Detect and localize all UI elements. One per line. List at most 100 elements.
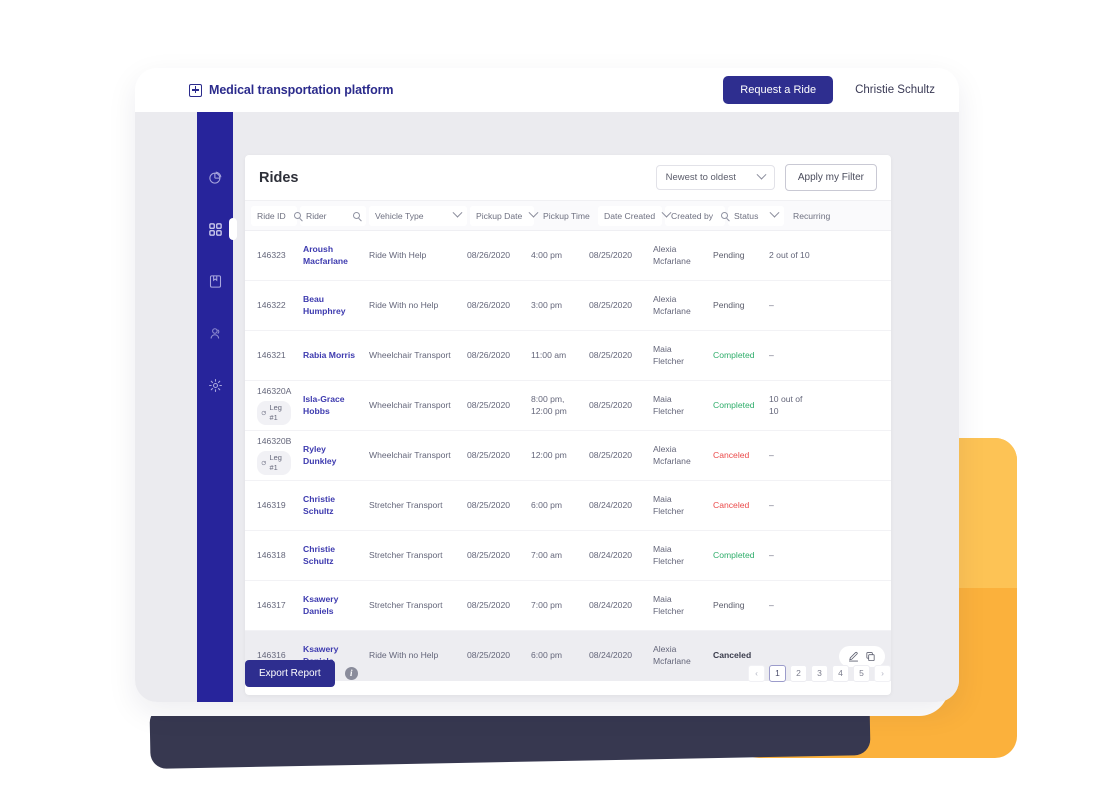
cell-ride-id: 146322: [251, 300, 297, 312]
ride-id-value: 146320B: [257, 435, 292, 446]
pagination-page-4[interactable]: 4: [832, 664, 849, 682]
cell-vehicle-type: Wheelchair Transport: [369, 349, 451, 360]
cell-rider[interactable]: Aroush Macfarlane: [297, 244, 363, 267]
cell-ride-id: 146318: [251, 550, 297, 562]
ride-id-value: 146322: [257, 299, 286, 310]
cell-recurring: –: [769, 599, 774, 610]
request-a-ride-button[interactable]: Request a Ride: [723, 76, 834, 104]
status-badge: Pending: [713, 599, 745, 610]
cell-created-by: Maia Fletcher: [653, 543, 685, 566]
cell-vehicle-type: Stretcher Transport: [369, 549, 443, 560]
table-row[interactable]: 146320B Leg #1 Ryley Dunkley Wheelchair Tra…: [245, 431, 891, 481]
filter-control-icon[interactable]: [763, 207, 780, 219]
sort-order-value: Newest to oldest: [665, 172, 736, 183]
table-row[interactable]: 146321 Rabia Morris Wheelchair Transport 08…: [245, 331, 891, 381]
sidebar-item-users[interactable]: [197, 316, 233, 350]
sidebar-item-rides[interactable]: [197, 212, 237, 246]
filter-control-icon[interactable]: [345, 212, 360, 219]
column-filter-bar: Ride ID Rider Vehicle Type Pickup Date Picku…: [245, 201, 891, 231]
filter-created-by[interactable]: Created by: [665, 205, 729, 226]
cell-rider[interactable]: Beau Humphrey: [297, 294, 363, 317]
screenshot-stage: Medical transportation platform Request …: [0, 0, 1100, 800]
panel-header: Rides Newest to oldest Apply my Filter: [245, 155, 891, 201]
chevron-down-icon: [756, 169, 767, 180]
search-icon: [353, 212, 360, 219]
cell-created-by: Maia Fletcher: [653, 343, 685, 366]
cell-pickup-date: 08/26/2020: [467, 249, 511, 260]
status-badge: Pending: [713, 299, 745, 310]
table-row[interactable]: 146319 Christie Schultz Stretcher Transpor…: [245, 481, 891, 531]
status-badge: Completed: [713, 549, 755, 560]
sidebar-item-directory[interactable]: [197, 264, 233, 298]
cell-ride-id: 146321: [251, 350, 297, 362]
cell-pickup-date: 08/25/2020: [467, 499, 511, 510]
chevron-down-icon: [452, 207, 463, 218]
filter-rider[interactable]: Rider: [300, 205, 366, 226]
pagination-page-5[interactable]: 5: [853, 664, 870, 682]
filter-control-icon[interactable]: [286, 212, 301, 219]
table-row[interactable]: 146323 Aroush Macfarlane Ride With Help 08/…: [245, 231, 891, 281]
pagination-page-1[interactable]: 1: [769, 664, 786, 682]
filter-control-icon[interactable]: [446, 207, 463, 219]
cell-recurring: 10 out of 10: [769, 393, 803, 416]
cell-created-by: Alexia Mcfarlane: [653, 293, 691, 316]
table-row[interactable]: 146322 Beau Humphrey Ride With no Help 08/2…: [245, 281, 891, 331]
cell-created-by: Maia Fletcher: [653, 393, 685, 416]
cell-rider[interactable]: Isla-Grace Hobbs: [297, 394, 363, 417]
cell-date-created: 08/25/2020: [589, 249, 633, 260]
filter-label: Created by: [671, 210, 714, 221]
info-icon[interactable]: i: [344, 666, 358, 680]
ride-id-value: 146318: [257, 549, 286, 560]
filter-vehicle-type[interactable]: Vehicle Type: [369, 205, 467, 226]
search-icon: [293, 212, 301, 219]
cell-pickup-time: 7:00 am: [531, 549, 563, 560]
book-icon: [208, 274, 223, 289]
sort-order-select[interactable]: Newest to oldest: [655, 165, 775, 190]
sidebar-item-reports[interactable]: [197, 160, 233, 194]
apply-my-filter-button[interactable]: Apply my Filter: [784, 164, 877, 191]
status-badge: Canceled: [713, 499, 750, 510]
table-row[interactable]: 146320A Leg #1 Isla-Grace Hobbs Wheelchair …: [245, 381, 891, 431]
cell-rider[interactable]: Ksawery Daniels: [297, 594, 363, 617]
cell-vehicle-type: Stretcher Transport: [369, 499, 443, 510]
cell-pickup-date: 08/25/2020: [467, 399, 511, 410]
cell-vehicle-type: Ride With Help: [369, 249, 427, 260]
ride-id-value: 146317: [257, 599, 286, 610]
export-report-button[interactable]: Export Report: [245, 659, 335, 687]
current-user-name[interactable]: Christie Schultz: [855, 84, 935, 96]
cell-ride-id: 146320A Leg #1: [251, 386, 297, 426]
cell-rider[interactable]: Rabia Morris: [297, 350, 363, 362]
filter-ride-id[interactable]: Ride ID: [251, 205, 301, 226]
table-row[interactable]: 146318 Christie Schultz Stretcher Transpor…: [245, 531, 891, 581]
cell-recurring: –: [769, 499, 774, 510]
pagination-page-3[interactable]: 3: [811, 664, 828, 682]
table-row[interactable]: 146317 Ksawery Daniels Stretcher Transport…: [245, 581, 891, 631]
filter-recurring: Recurring: [787, 206, 843, 226]
cell-rider[interactable]: Christie Schultz: [297, 544, 363, 567]
filter-label: Ride ID: [257, 210, 286, 221]
brand-title: Medical transportation platform: [209, 83, 394, 97]
cell-rider[interactable]: Ryley Dunkley: [297, 444, 363, 467]
filter-status[interactable]: Status: [728, 205, 784, 226]
panel-footer: Export Report i ‹ 1 2 3 4 5 ›: [245, 656, 891, 690]
cell-rider[interactable]: Christie Schultz: [297, 494, 363, 517]
cell-pickup-time: 6:00 pm: [531, 499, 563, 510]
filter-date-created[interactable]: Date Created: [598, 205, 672, 226]
pagination-prev[interactable]: ‹: [748, 664, 765, 682]
filter-control-icon[interactable]: [713, 212, 729, 219]
cell-vehicle-type: Ride With no Help: [369, 299, 439, 310]
leg-label: Leg #1: [269, 403, 282, 423]
pagination-page-2[interactable]: 2: [790, 664, 807, 682]
status-badge: Completed: [713, 349, 755, 360]
pagination-next[interactable]: ›: [874, 664, 891, 682]
cell-ride-id: 146319: [251, 500, 297, 512]
cell-ride-id: 146320B Leg #1: [251, 436, 297, 476]
sidebar-item-settings[interactable]: [197, 368, 233, 402]
cell-date-created: 08/25/2020: [589, 399, 633, 410]
cell-pickup-date: 08/26/2020: [467, 349, 511, 360]
filter-control-icon[interactable]: [522, 207, 539, 219]
app-header: Medical transportation platform Request …: [135, 68, 959, 112]
filter-pickup-date[interactable]: Pickup Date: [470, 205, 539, 226]
brand[interactable]: Medical transportation platform: [189, 83, 394, 97]
app-header-actions: Request a Ride Christie Schultz: [723, 76, 935, 104]
